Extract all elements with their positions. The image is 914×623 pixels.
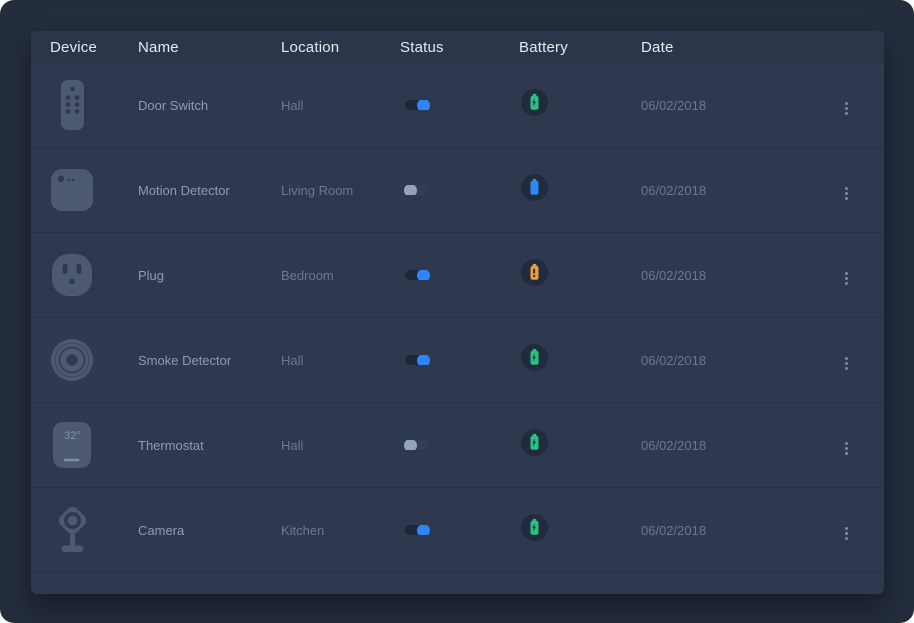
- status-toggle[interactable]: [405, 185, 429, 195]
- actions-cell: [831, 432, 884, 459]
- table-row: Motion Detector Living Room 06/02/2018: [31, 148, 884, 233]
- thermostat-icon: 32°: [48, 419, 96, 471]
- battery-charging-icon: [521, 89, 548, 116]
- toggle-knob: [404, 185, 417, 195]
- camera-icon: [48, 504, 96, 556]
- kebab-menu-icon[interactable]: [841, 438, 852, 459]
- kebab-menu-icon[interactable]: [841, 353, 852, 374]
- app-background: Device Name Location Status Battery Date…: [0, 0, 914, 623]
- battery-cell: [519, 344, 641, 376]
- device-name: Motion Detector: [138, 183, 281, 198]
- column-header-device: Device: [31, 39, 138, 56]
- actions-cell: [831, 347, 884, 374]
- column-header-battery: Battery: [519, 39, 641, 56]
- motion-detector-icon: [48, 164, 96, 216]
- device-date: 06/02/2018: [641, 523, 831, 538]
- actions-cell: [831, 517, 884, 544]
- device-date: 06/02/2018: [641, 438, 831, 453]
- device-location: Hall: [281, 438, 400, 453]
- device-icon-cell: [31, 249, 138, 301]
- battery-cell: [519, 514, 641, 546]
- device-icon-cell: [31, 164, 138, 216]
- battery-charging-icon: [521, 514, 548, 541]
- kebab-menu-icon[interactable]: [841, 183, 852, 204]
- device-table-body: Door Switch Hall 06/02/2018 Motion Detec…: [31, 63, 884, 573]
- device-date: 06/02/2018: [641, 353, 831, 368]
- battery-cell: [519, 429, 641, 461]
- status-cell: [400, 270, 519, 280]
- status-cell: [400, 185, 519, 195]
- svg-text:32°: 32°: [64, 430, 81, 442]
- status-toggle[interactable]: [405, 100, 429, 110]
- device-date: 06/02/2018: [641, 98, 831, 113]
- status-cell: [400, 440, 519, 450]
- device-location: Living Room: [281, 183, 400, 198]
- kebab-menu-icon[interactable]: [841, 268, 852, 289]
- column-header-name: Name: [138, 39, 281, 56]
- actions-cell: [831, 177, 884, 204]
- status-toggle[interactable]: [405, 270, 429, 280]
- device-location: Hall: [281, 353, 400, 368]
- device-date: 06/02/2018: [641, 183, 831, 198]
- device-name: Smoke Detector: [138, 353, 281, 368]
- status-toggle[interactable]: [405, 440, 429, 450]
- battery-low-icon: [521, 259, 548, 286]
- battery-charging-icon: [521, 429, 548, 456]
- toggle-knob: [417, 100, 430, 110]
- device-name: Door Switch: [138, 98, 281, 113]
- kebab-menu-icon[interactable]: [841, 523, 852, 544]
- device-location: Hall: [281, 98, 400, 113]
- device-location: Bedroom: [281, 268, 400, 283]
- status-toggle[interactable]: [405, 355, 429, 365]
- kebab-menu-icon[interactable]: [841, 98, 852, 119]
- battery-cell: [519, 259, 641, 291]
- column-header-location: Location: [281, 39, 400, 56]
- status-cell: [400, 525, 519, 535]
- door-switch-remote-icon: [48, 79, 96, 131]
- device-icon-cell: [31, 79, 138, 131]
- device-table-card: Device Name Location Status Battery Date…: [31, 31, 884, 594]
- column-header-date: Date: [641, 39, 831, 56]
- device-icon-cell: 32°: [31, 419, 138, 471]
- status-cell: [400, 100, 519, 110]
- table-header: Device Name Location Status Battery Date: [31, 31, 884, 63]
- device-name: Thermostat: [138, 438, 281, 453]
- table-row: Camera Kitchen 06/02/2018: [31, 488, 884, 573]
- column-header-status: Status: [400, 39, 519, 56]
- device-name: Plug: [138, 268, 281, 283]
- battery-full-icon: [521, 174, 548, 201]
- table-row: Plug Bedroom 06/02/2018: [31, 233, 884, 318]
- toggle-knob: [417, 525, 430, 535]
- plug-icon: [48, 249, 96, 301]
- device-name: Camera: [138, 523, 281, 538]
- toggle-knob: [417, 270, 430, 280]
- device-icon-cell: [31, 504, 138, 556]
- smoke-detector-icon: [48, 334, 96, 386]
- device-location: Kitchen: [281, 523, 400, 538]
- table-row: Smoke Detector Hall 06/02/2018: [31, 318, 884, 403]
- actions-cell: [831, 262, 884, 289]
- toggle-knob: [404, 440, 417, 450]
- table-row: 32° Thermostat Hall 06/02/2018: [31, 403, 884, 488]
- actions-cell: [831, 92, 884, 119]
- device-icon-cell: [31, 334, 138, 386]
- battery-charging-icon: [521, 344, 548, 371]
- battery-cell: [519, 174, 641, 206]
- status-toggle[interactable]: [405, 525, 429, 535]
- toggle-knob: [417, 355, 430, 365]
- status-cell: [400, 355, 519, 365]
- device-date: 06/02/2018: [641, 268, 831, 283]
- battery-cell: [519, 89, 641, 121]
- table-row: Door Switch Hall 06/02/2018: [31, 63, 884, 148]
